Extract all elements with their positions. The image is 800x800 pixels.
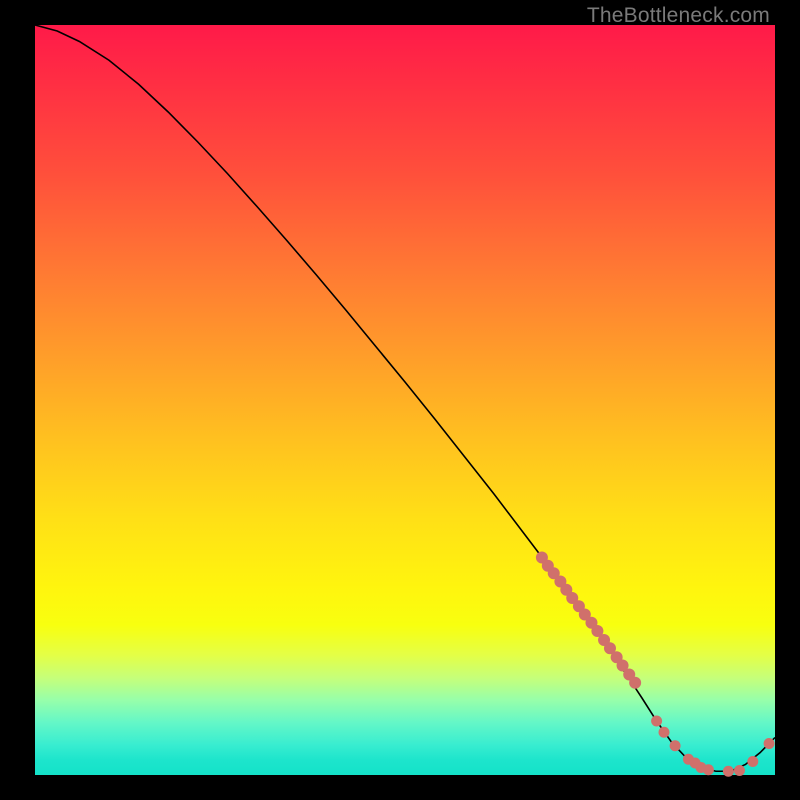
chart-svg (35, 25, 775, 775)
curve-dot (747, 756, 758, 767)
plot-area (35, 25, 775, 775)
chart-frame: TheBottleneck.com (0, 0, 800, 800)
curve-dot (659, 727, 670, 738)
curve-dot (651, 716, 662, 727)
curve-dot (629, 677, 641, 689)
curve-dot (723, 766, 734, 777)
curve-dots (536, 552, 775, 777)
curve-dot (734, 765, 745, 776)
curve-dot (703, 764, 714, 775)
bottleneck-curve (35, 25, 775, 771)
curve-dot (764, 738, 775, 749)
curve-dot (670, 740, 681, 751)
